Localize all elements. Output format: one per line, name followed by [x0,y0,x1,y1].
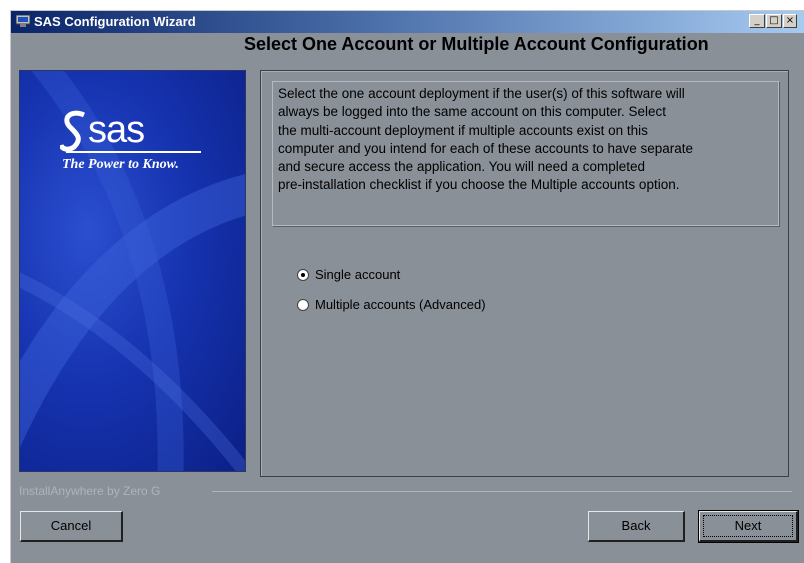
tagline: The Power to Know. [62,157,179,172]
logo-divider [66,151,201,153]
multiple-accounts-option[interactable]: Multiple accounts (Advanced) [297,297,486,312]
description-line: the multi-account deployment if multiple… [278,122,648,138]
description-line: pre-installation checklist if you choose… [278,177,680,193]
description-text: Select the one account deployment if the… [278,85,778,195]
single-account-label[interactable]: Single account [315,267,400,282]
title-bar[interactable]: SAS Configuration Wizard _ □ × [11,11,804,33]
next-button[interactable]: Next [698,510,799,543]
description-line: always be logged into the same account o… [278,104,666,120]
close-button[interactable]: × [783,14,797,28]
page-title: Select One Account or Multiple Account C… [244,34,709,54]
vendor-label: InstallAnywhere by Zero G [19,484,161,498]
cancel-button[interactable]: Cancel [20,511,123,542]
multiple-accounts-label[interactable]: Multiple accounts (Advanced) [315,297,486,312]
description-line: Select the one account deployment if the… [278,86,685,101]
focus-ring [703,515,793,537]
app-icon [16,15,30,27]
footer-divider [212,491,792,492]
sas-logo-icon [60,110,85,152]
description-line: and secure access the application. You w… [278,159,645,175]
description-line: computer and you intend for each of thes… [278,140,694,156]
branding-panel: sas The Power to Know. [19,70,246,472]
single-account-radio[interactable] [297,268,309,281]
window-title: SAS Configuration Wizard [34,14,196,29]
single-account-option[interactable]: Single account [297,267,400,282]
multiple-accounts-radio[interactable] [297,298,309,311]
back-button[interactable]: Back [588,511,685,542]
minimize-button[interactable]: _ [749,14,765,28]
maximize-button[interactable]: □ [766,14,782,28]
logo-text: sas [88,109,145,151]
